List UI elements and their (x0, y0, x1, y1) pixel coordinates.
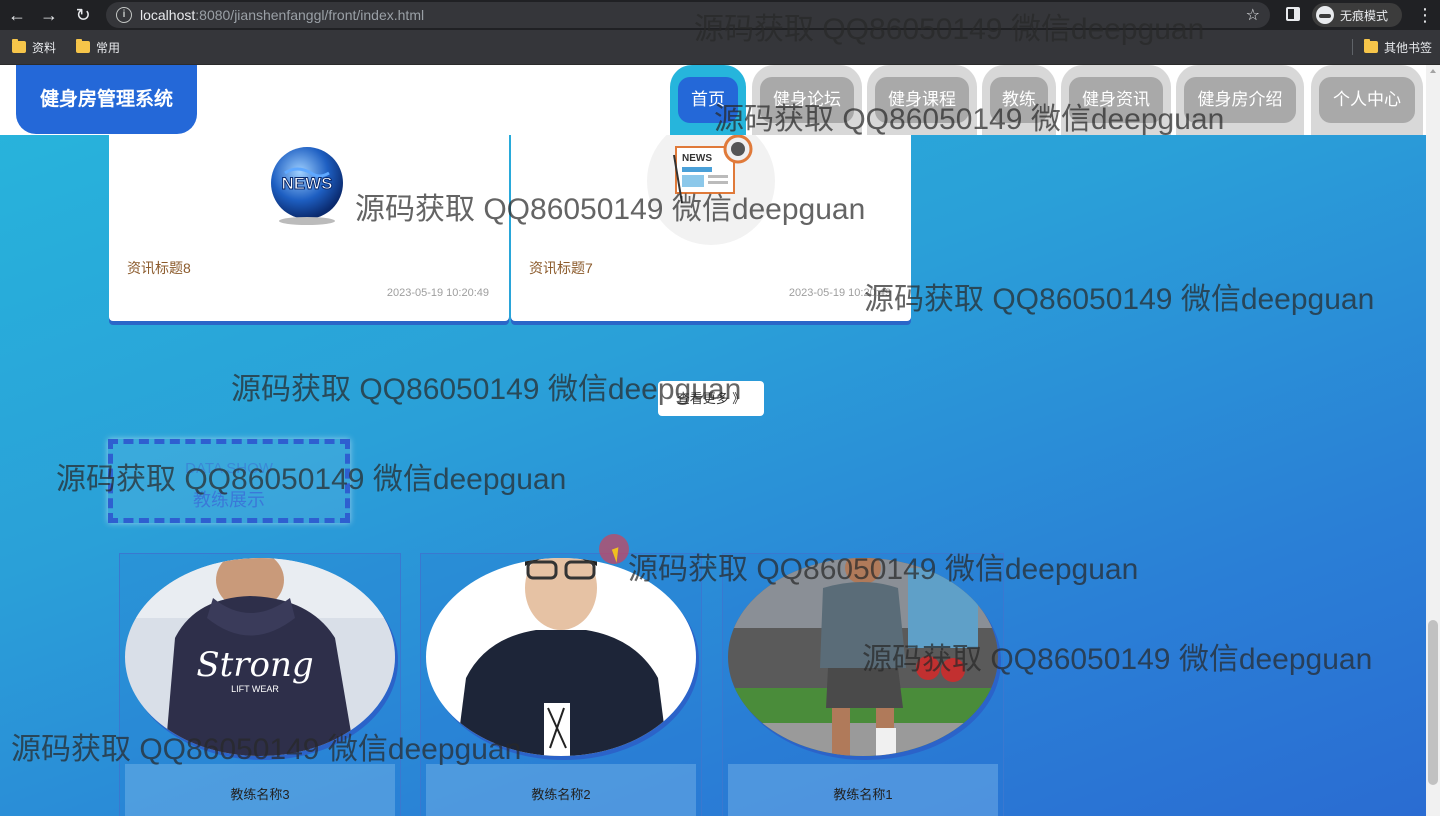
svg-text:NEWS: NEWS (282, 174, 333, 193)
site-logo[interactable]: 健身房管理系统 (16, 65, 197, 134)
news-card[interactable]: NEWS 资讯标题8 2023-05-19 10:20:49 (109, 135, 509, 321)
nav-label: 健身课程 (875, 77, 969, 123)
nav-label: 健身资讯 (1069, 77, 1163, 123)
url-host: localhost (140, 7, 196, 23)
news-title[interactable]: 资讯标题7 (529, 258, 593, 278)
coach-photo[interactable] (728, 558, 998, 756)
page-scrollbar[interactable] (1426, 65, 1440, 816)
browser-menu-icon[interactable]: ⋮ (1416, 4, 1434, 26)
nav-news[interactable]: 健身资讯 (1061, 65, 1171, 135)
svg-text:Strong: Strong (196, 645, 313, 685)
bookmark-folder-changyong[interactable]: 常用 (76, 38, 120, 56)
bookmark-folder-ziliao[interactable]: 资料 (12, 38, 56, 56)
folder-icon (1364, 39, 1378, 53)
forward-icon[interactable]: → (38, 4, 60, 26)
coach-photo[interactable]: Strong LIFT WEAR (125, 558, 395, 756)
address-bar[interactable]: i localhost:8080/jianshenfanggl/front/in… (106, 2, 1270, 28)
section-subtitle: DATA SHOW (185, 460, 273, 477)
incognito-label: 无痕模式 (1340, 9, 1389, 23)
coach-name[interactable]: 教练名称2 (426, 764, 696, 816)
folder-icon (12, 39, 26, 53)
back-icon[interactable]: ← (6, 4, 28, 26)
coach-name[interactable]: 教练名称1 (728, 764, 998, 816)
nav-label: 健身房介绍 (1184, 77, 1296, 123)
bookmark-label: 常用 (96, 40, 121, 55)
bookmark-label: 其他书签 (1384, 40, 1433, 55)
site-info-icon[interactable]: i (116, 7, 132, 23)
coach-card[interactable]: Strong LIFT WEAR 教练名称3 (119, 553, 401, 816)
bookmarks-bar: 资料 常用 其他书签 (0, 30, 1440, 65)
coach-photo[interactable] (426, 558, 696, 756)
coach-section-heading: DATA SHOW 教练展示 (108, 439, 350, 523)
page-viewport: NEWS 资讯标题8 2023-05-19 10:20:49 NEWS 资讯标题… (0, 65, 1426, 816)
nav-label: 健身论坛 (760, 77, 854, 123)
other-bookmarks[interactable]: 其他书签 (1364, 38, 1432, 56)
svg-text:LIFT WEAR: LIFT WEAR (231, 684, 279, 694)
nav-profile[interactable]: 个人中心 (1311, 65, 1423, 135)
view-more-button[interactable]: 查看更多 》 (658, 381, 764, 416)
nav-gym-intro[interactable]: 健身房介绍 (1176, 65, 1304, 135)
nav-home[interactable]: 首页 (670, 65, 746, 135)
reload-icon[interactable]: ↻ (72, 4, 94, 26)
incognito-badge[interactable]: 无痕模式 (1312, 3, 1402, 27)
url-text[interactable]: localhost:8080/jianshenfanggl/front/inde… (140, 7, 424, 23)
side-panel-icon[interactable] (1286, 7, 1300, 21)
url-path: :8080/jianshenfanggl/front/index.html (195, 7, 425, 23)
coach-card[interactable]: 教练名称2 (420, 553, 702, 816)
bookmark-star-icon[interactable]: ☆ (1246, 5, 1260, 25)
coach-name[interactable]: 教练名称3 (125, 764, 395, 816)
news-paper-image: NEWS (647, 127, 775, 245)
incognito-icon (1316, 6, 1334, 24)
news-globe-image: NEWS (271, 147, 343, 225)
svg-text:NEWS: NEWS (682, 153, 712, 164)
bookmark-separator (1352, 39, 1353, 55)
section-title: 教练展示 (193, 490, 265, 510)
nav-forum[interactable]: 健身论坛 (752, 65, 862, 135)
scroll-thumb[interactable] (1428, 620, 1438, 785)
folder-icon (76, 39, 90, 53)
nav-label: 首页 (678, 77, 738, 123)
browser-titlebar: ← → ↻ i localhost:8080/jianshenfanggl/fr… (0, 0, 1440, 30)
site-header: 健身房管理系统 首页 健身论坛 健身课程 教练 健身资讯 健身房介绍 个人中心 (0, 65, 1426, 135)
news-card[interactable]: NEWS 资讯标题7 2023-05-19 10:20:49 (511, 127, 911, 321)
nav-courses[interactable]: 健身课程 (867, 65, 977, 135)
scroll-up-icon[interactable] (1430, 69, 1436, 73)
bookmark-label: 资料 (32, 40, 57, 55)
news-date: 2023-05-19 10:20:49 (788, 287, 891, 299)
nav-coaches[interactable]: 教练 (982, 65, 1056, 135)
news-date: 2023-05-19 10:20:49 (386, 287, 489, 299)
coach-card[interactable]: 教练名称1 (722, 553, 1004, 816)
nav-label: 教练 (990, 77, 1048, 123)
nav-label: 个人中心 (1319, 77, 1415, 123)
news-title[interactable]: 资讯标题8 (127, 258, 191, 278)
